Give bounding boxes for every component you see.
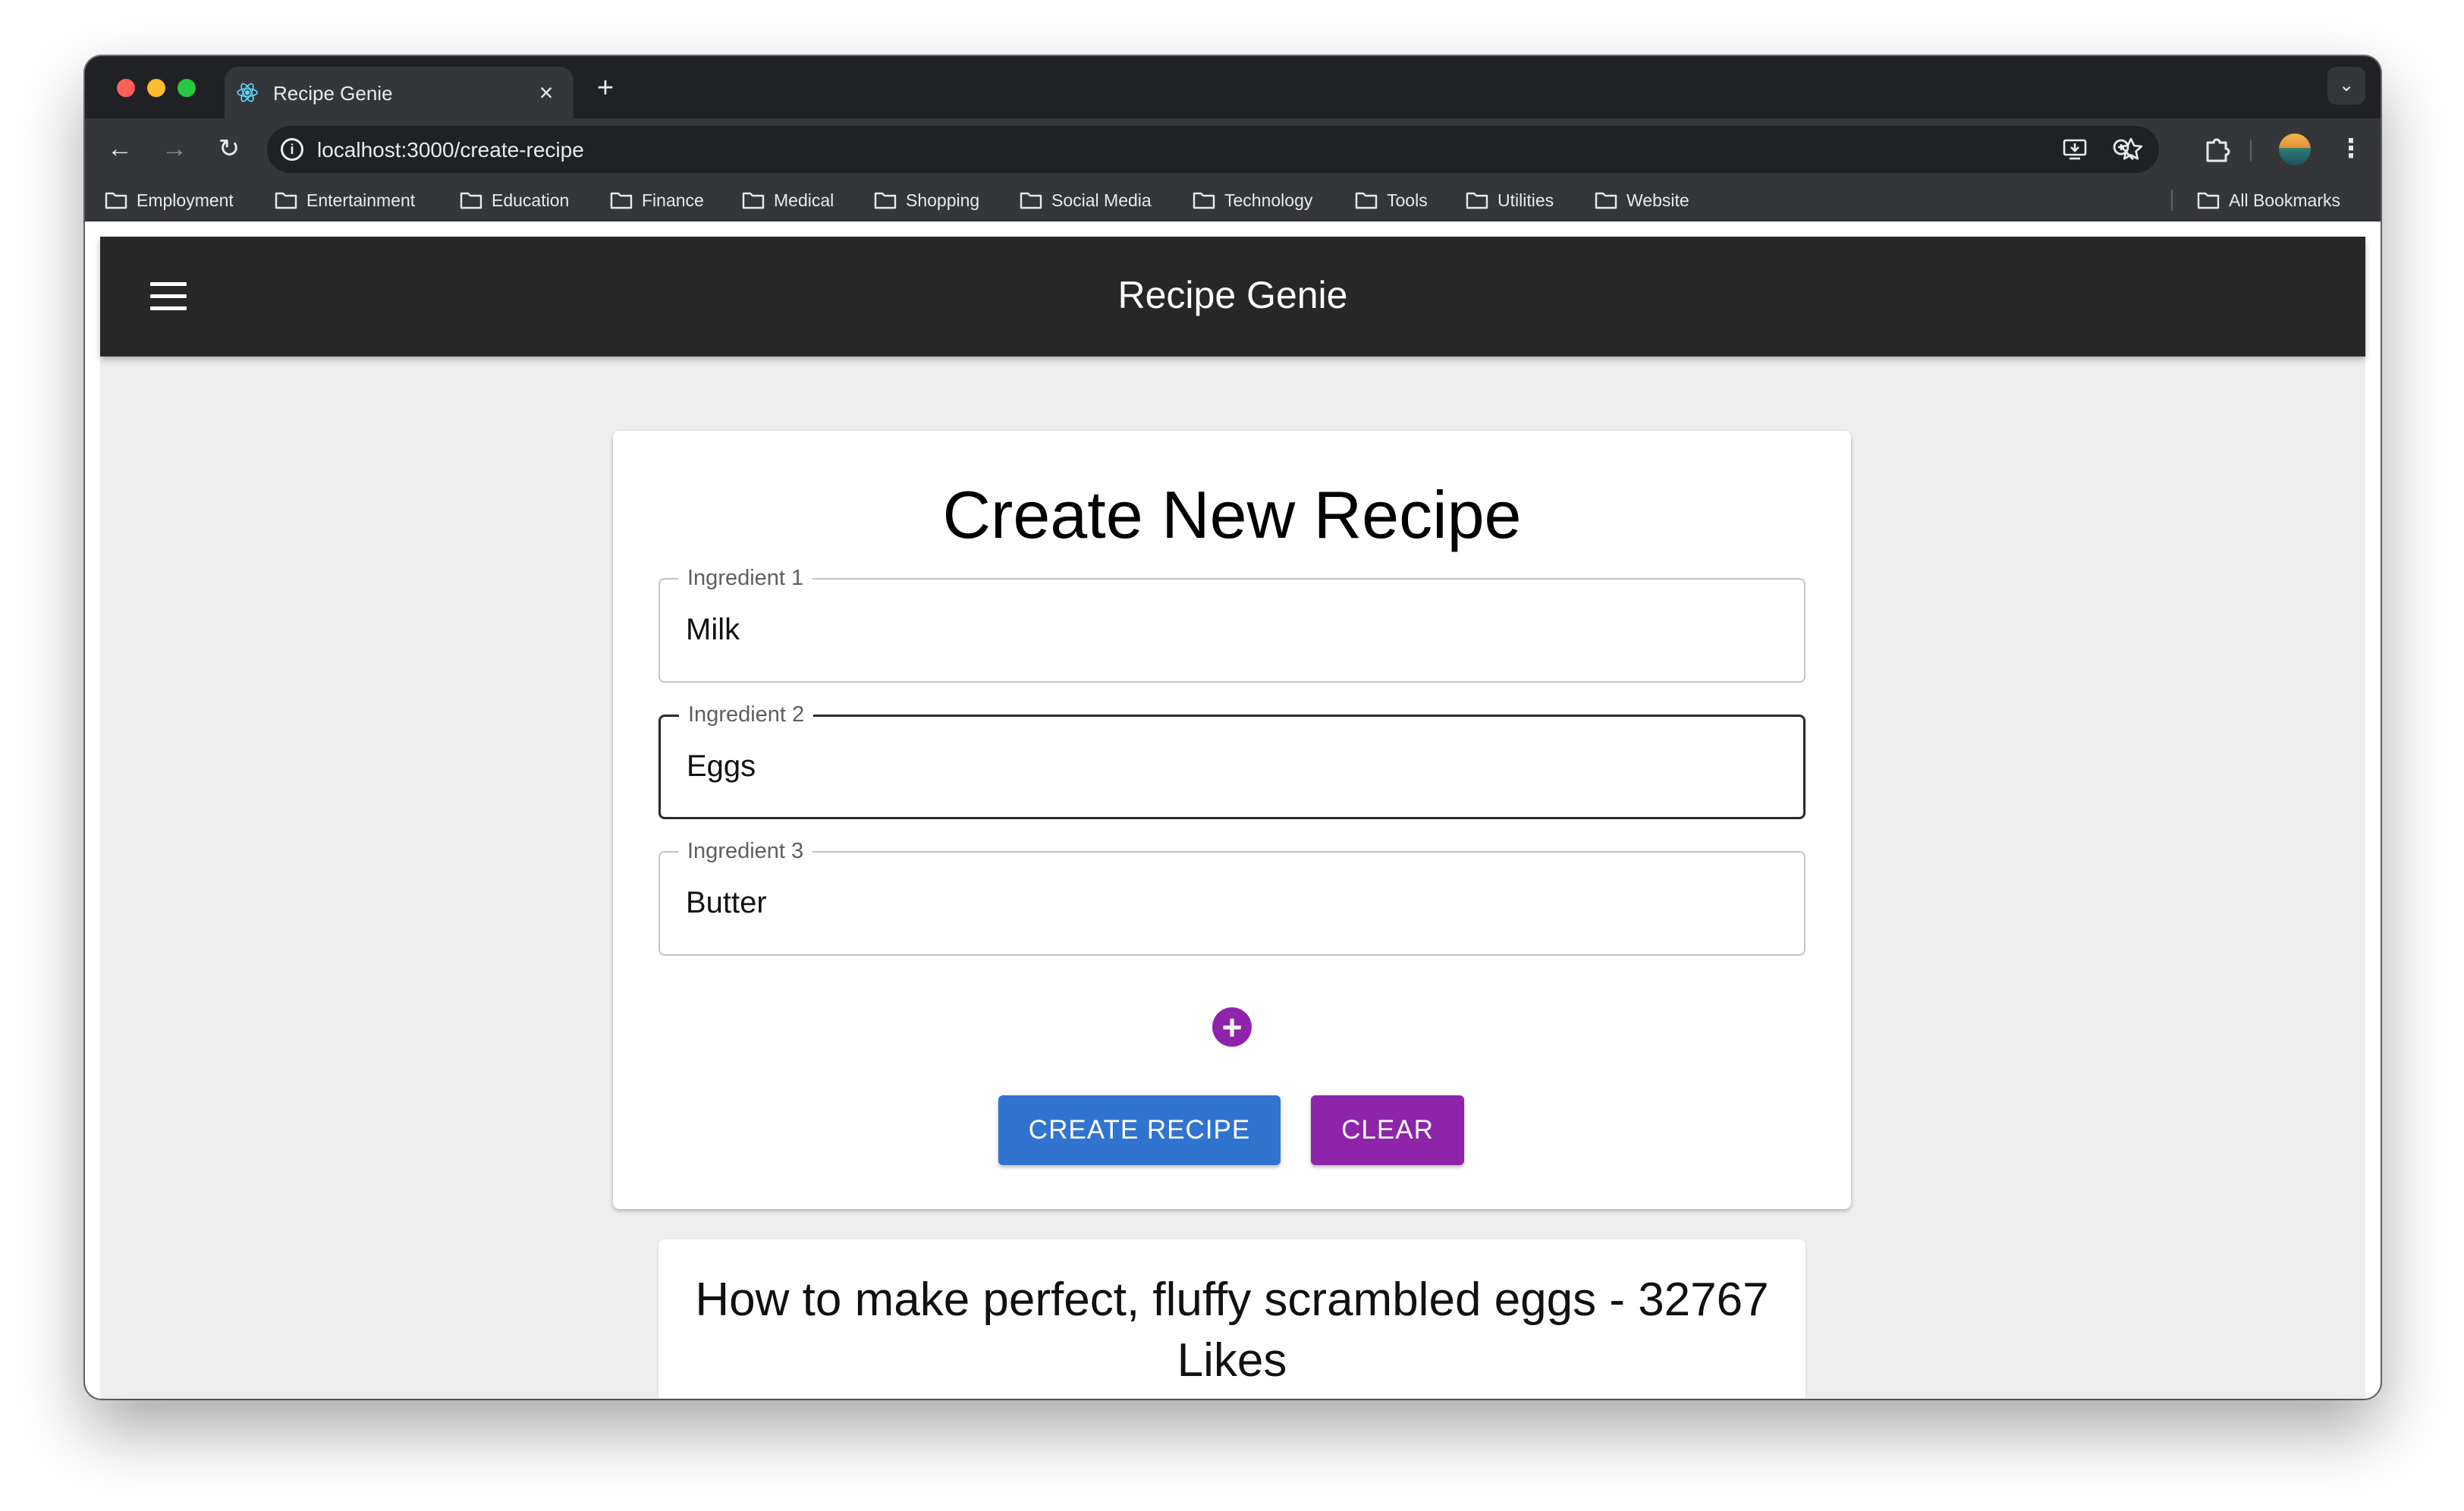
forward-arrow-icon[interactable]: → — [155, 129, 194, 168]
window-maximize-button[interactable] — [178, 79, 196, 97]
tab-title: Recipe Genie — [273, 82, 393, 105]
tab-strip: Recipe Genie × + ⌄ — [85, 56, 2381, 118]
browser-window: Recipe Genie × + ⌄ ← → ↻ i localhost:300… — [85, 56, 2381, 1399]
app-title: Recipe Genie — [1117, 274, 1348, 316]
tab-close-icon[interactable]: × — [531, 77, 561, 108]
bookmark-folder[interactable]: Education — [460, 188, 569, 212]
create-recipe-button[interactable]: CREATE RECIPE — [998, 1095, 1281, 1165]
bookmark-label: Entertainment — [306, 190, 416, 210]
bookmarks-bar: Employment Entertainment Education Finan… — [85, 179, 2381, 221]
bookmarks-divider — [2171, 190, 2173, 211]
tab-search-dropdown-icon[interactable]: ⌄ — [2327, 67, 2365, 105]
folder-icon — [874, 192, 897, 209]
browser-tab[interactable]: Recipe Genie × — [225, 67, 574, 118]
install-app-icon[interactable] — [2062, 137, 2088, 162]
extensions-icon[interactable] — [2200, 132, 2233, 165]
profile-avatar[interactable] — [2279, 134, 2311, 165]
bookmark-label: Website — [1626, 190, 1689, 210]
recipe-result-title[interactable]: How to make perfect, fluffy scrambled eg… — [689, 1270, 1775, 1391]
bookmark-folder[interactable]: Utilities — [1466, 188, 1554, 212]
window-close-button[interactable] — [117, 79, 135, 97]
folder-icon — [1193, 192, 1215, 209]
bookmark-folder[interactable]: Shopping — [874, 188, 979, 212]
folder-icon — [610, 192, 633, 209]
folder-icon — [1020, 192, 1042, 209]
folder-icon — [105, 192, 127, 209]
bookmark-label: Technology — [1224, 190, 1313, 210]
folder-icon — [460, 192, 482, 209]
ingredient-2-label: Ingredient 2 — [679, 701, 814, 728]
ingredient-3-field[interactable]: Ingredient 3 — [658, 837, 1806, 956]
clear-button[interactable]: CLEAR — [1311, 1095, 1464, 1165]
bookmark-label: Shopping — [906, 190, 980, 210]
ingredient-1-field[interactable]: Ingredient 1 — [658, 564, 1806, 683]
add-ingredient-plus-circle-icon[interactable]: + — [1212, 1007, 1252, 1047]
bookmark-label: Finance — [642, 190, 704, 210]
page-viewport: Recipe Genie Create New Recipe Ingredien… — [85, 221, 2381, 1399]
bookmark-label: Medical — [774, 190, 834, 210]
page-title: Create New Recipe — [942, 477, 1522, 552]
ingredient-1-input[interactable] — [686, 613, 1748, 647]
ingredient-2-field[interactable]: Ingredient 2 — [658, 701, 1806, 819]
ingredient-3-label: Ingredient 3 — [678, 837, 813, 865]
new-tab-icon[interactable]: + — [589, 71, 622, 105]
window-minimize-button[interactable] — [147, 79, 165, 97]
toolbar-divider — [2250, 140, 2252, 161]
more-menu-icon[interactable]: ⋮ — [2338, 132, 2364, 165]
bookmark-folder[interactable]: Tools — [1355, 188, 1428, 212]
bookmark-folder[interactable]: Website — [1595, 188, 1689, 212]
all-bookmarks-label: All Bookmarks — [2229, 190, 2340, 210]
ingredient-2-input[interactable] — [687, 749, 1749, 784]
bookmark-folder[interactable]: Technology — [1193, 188, 1312, 212]
folder-icon — [2197, 192, 2220, 209]
folder-icon — [1466, 192, 1488, 209]
bookmark-label: Utilities — [1498, 190, 1554, 210]
bookmark-folder[interactable]: Finance — [610, 188, 704, 212]
folder-icon — [1595, 192, 1617, 209]
app-bar: Recipe Genie — [100, 237, 2365, 357]
bookmark-label: Education — [492, 190, 570, 210]
bookmark-label: Employment — [137, 190, 234, 210]
folder-icon — [742, 192, 765, 209]
bookmark-folder[interactable]: Social Media — [1020, 188, 1152, 212]
address-url[interactable]: localhost:3000/create-recipe — [317, 138, 584, 162]
bookmark-folder[interactable]: Entertainment — [275, 188, 415, 212]
folder-icon — [1355, 192, 1378, 209]
bookmark-label: Tools — [1387, 190, 1428, 210]
bookmark-folder[interactable]: Medical — [742, 188, 834, 212]
address-bar[interactable]: i localhost:3000/create-recipe — [267, 126, 2159, 173]
browser-toolbar: ← → ↻ i localhost:3000/create-recipe ⋮ — [85, 118, 2381, 179]
create-recipe-card: Create New Recipe Ingredient 1 Ingredien… — [613, 431, 1851, 1209]
bookmark-star-icon[interactable] — [2118, 137, 2144, 162]
reload-icon[interactable]: ↻ — [209, 129, 249, 168]
app-root: Recipe Genie Create New Recipe Ingredien… — [100, 237, 2365, 1399]
bookmark-label: Social Media — [1051, 190, 1152, 210]
all-bookmarks-folder[interactable]: All Bookmarks — [2197, 188, 2340, 212]
folder-icon — [275, 192, 297, 209]
react-favicon-icon — [237, 83, 258, 102]
ingredient-1-label: Ingredient 1 — [678, 564, 813, 592]
back-arrow-icon[interactable]: ← — [100, 129, 140, 168]
ingredient-3-input[interactable] — [686, 886, 1748, 920]
site-info-icon[interactable]: i — [281, 138, 303, 161]
recipe-result-card[interactable]: How to make perfect, fluffy scrambled eg… — [658, 1239, 1806, 1399]
bookmark-folder[interactable]: Employment — [105, 188, 234, 212]
